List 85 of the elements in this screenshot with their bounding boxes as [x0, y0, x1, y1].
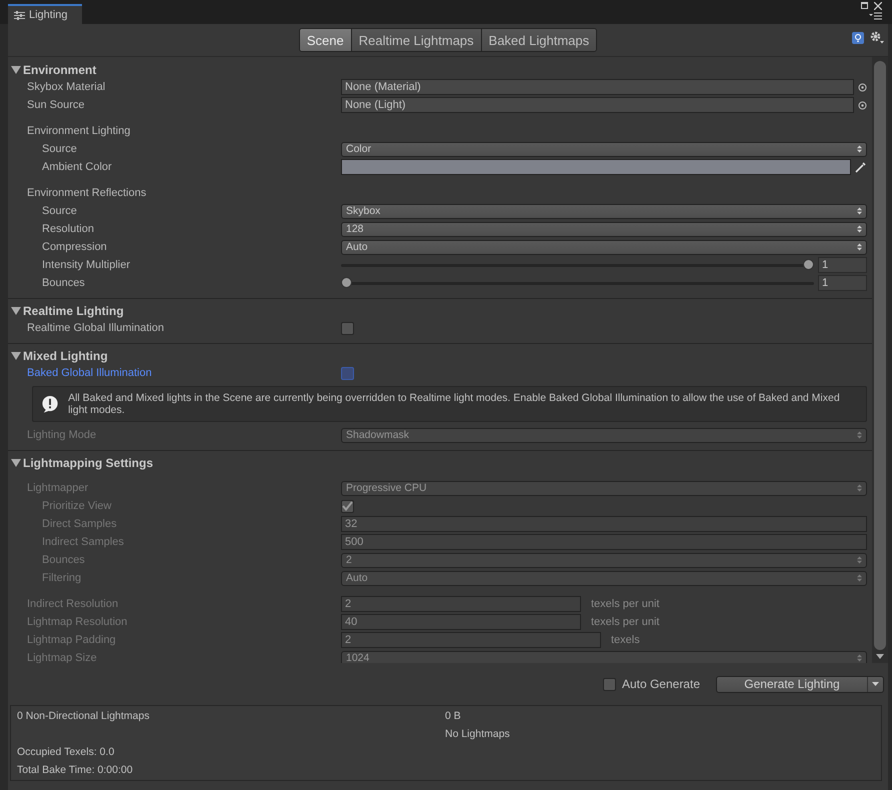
dropdown-arrows-icon — [857, 243, 862, 251]
unit-label: texels per unit — [591, 616, 660, 628]
section-header[interactable]: Realtime Lighting — [23, 304, 124, 318]
checkmark-icon — [342, 501, 353, 511]
unit-label: texels per unit — [591, 598, 660, 610]
help-icon[interactable] — [852, 32, 864, 44]
dropdown-arrows-icon — [857, 574, 862, 582]
section-header[interactable]: Mixed Lighting — [23, 349, 108, 363]
close-icon[interactable] — [874, 2, 882, 10]
property-label: Indirect Resolution — [26, 598, 120, 610]
mode-tab[interactable]: Realtime Lightmaps — [350, 29, 481, 51]
generate-lighting-button[interactable]: Generate Lighting — [716, 676, 884, 692]
foldout-arrow-icon[interactable] — [11, 307, 21, 315]
property-label: Lightmap Resolution — [26, 616, 128, 628]
foldout-arrow-icon[interactable] — [11, 66, 21, 74]
property-label: Lighting Mode — [26, 429, 98, 441]
eyedropper-icon[interactable] — [855, 161, 867, 173]
maximize-icon[interactable] — [861, 2, 868, 9]
property-label: Source — [41, 205, 78, 217]
property-label: Direct Samples — [41, 518, 118, 530]
sliders-icon — [14, 10, 25, 20]
property-label: Realtime Global Illumination — [26, 322, 165, 334]
property-label: Baked Global Illumination — [26, 367, 153, 379]
menu-icon[interactable] — [869, 12, 882, 20]
property-label: Environment Lighting — [26, 125, 132, 137]
caret-icon[interactable] — [872, 682, 879, 686]
foldout-arrow-icon[interactable] — [11, 459, 21, 467]
property-label: Indirect Samples — [41, 536, 125, 548]
section-header[interactable]: Lightmapping Settings — [23, 456, 153, 470]
section-header[interactable]: Environment — [23, 63, 96, 77]
unit-label: texels — [611, 634, 640, 646]
property-label: Lightmap Size — [26, 652, 98, 663]
stat-text: 0 B — [445, 710, 462, 722]
number-field[interactable]: 1 — [818, 275, 867, 291]
checkbox[interactable] — [341, 366, 354, 380]
stat-text: 0 Non-Directional Lightmaps — [17, 710, 150, 722]
dropdown-arrows-icon — [857, 431, 862, 439]
object-field[interactable]: None (Material) — [341, 79, 854, 95]
property-label: Bounces — [41, 277, 86, 289]
dropdown-arrows-icon — [857, 556, 862, 564]
slider[interactable] — [341, 276, 814, 290]
property-label: Skybox Material — [26, 81, 106, 93]
property-label: Sun Source — [26, 99, 86, 111]
stat-text: Occupied Texels: 0.0 — [17, 746, 116, 758]
dropdown-arrows-icon — [857, 207, 862, 215]
dropdown-arrows-icon — [857, 225, 862, 233]
scroll-down-icon[interactable] — [876, 654, 884, 659]
mode-tab[interactable]: Scene — [300, 29, 351, 51]
property-label: Source — [41, 143, 78, 155]
warning-icon — [41, 394, 60, 414]
object-field[interactable]: None (Light) — [341, 97, 854, 113]
slider-thumb[interactable] — [803, 259, 814, 270]
property-label: Ambient Color — [41, 161, 113, 173]
dropdown[interactable]: Auto — [341, 240, 867, 254]
property-label: Resolution — [41, 223, 95, 235]
property-label: Prioritize View — [41, 500, 112, 512]
dropdown[interactable]: Skybox — [341, 204, 867, 218]
checkbox[interactable] — [341, 322, 354, 334]
dropdown[interactable]: 128 — [341, 222, 867, 236]
dropdown[interactable]: Color — [341, 142, 867, 156]
slider-thumb[interactable] — [341, 277, 352, 288]
stat-text: Total Bake Time: 0:00:00 — [17, 764, 134, 776]
checkbox[interactable] — [602, 678, 616, 690]
dropdown-arrows-icon — [857, 654, 862, 662]
property-label: Environment Reflections — [26, 187, 148, 199]
color-swatch[interactable] — [341, 159, 851, 175]
dropdown-arrows-icon — [857, 484, 862, 492]
settings-icon[interactable] — [870, 31, 884, 44]
property-label: Bounces — [41, 554, 86, 566]
number-field[interactable]: 1 — [818, 257, 867, 273]
property-label: Filtering — [41, 572, 82, 584]
mode-tab[interactable]: Baked Lightmaps — [480, 29, 596, 51]
warning-message: All Baked and Mixed lights in the Scene are currently being overridden to Realtime light modes. Enable Baked Global Illumination to allow the use of Baked and Mixed light modes. — [68, 392, 841, 416]
property-label: Lightmapper — [26, 482, 90, 494]
foldout-arrow-icon[interactable] — [11, 352, 21, 360]
property-label: Lightmap Padding — [26, 634, 117, 646]
property-label: Compression — [41, 241, 108, 253]
slider[interactable] — [341, 258, 814, 272]
property-label: Intensity Multiplier — [41, 259, 132, 271]
stat-text: No Lightmaps — [445, 728, 511, 740]
window-title: Lighting — [29, 9, 68, 21]
window-tab[interactable]: Lighting — [8, 4, 82, 24]
scrollbar[interactable] — [872, 57, 888, 663]
dropdown-arrows-icon — [857, 145, 862, 153]
checkbox-label: Auto Generate — [622, 677, 700, 691]
